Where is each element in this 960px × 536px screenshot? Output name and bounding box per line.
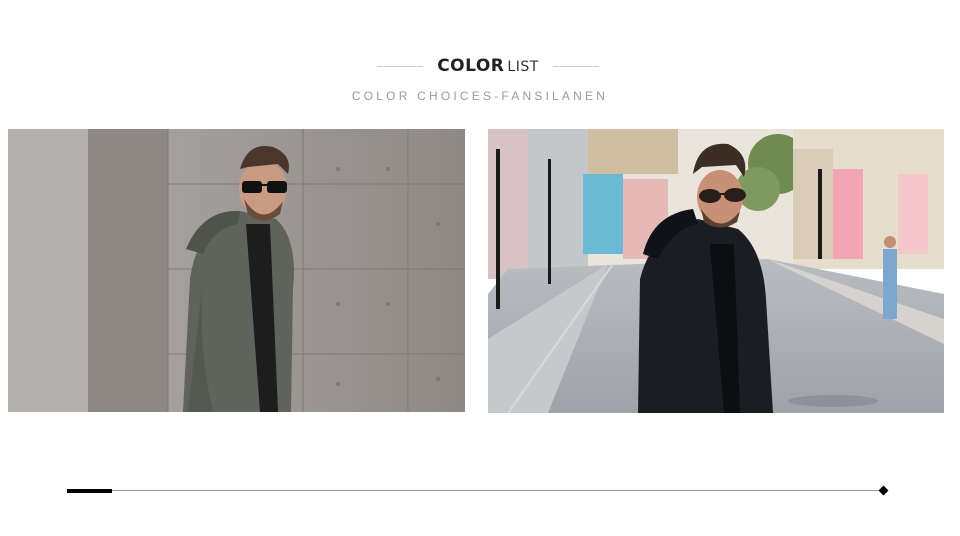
photo-gray-image bbox=[8, 129, 465, 412]
title-light: LIST bbox=[507, 59, 539, 75]
title-divider-right bbox=[553, 66, 599, 67]
title-divider-left bbox=[377, 66, 423, 67]
progress-thumb[interactable] bbox=[67, 489, 112, 493]
title-text: COLOR LIST bbox=[423, 56, 553, 76]
scroll-progress-bar[interactable] bbox=[67, 485, 889, 496]
product-photo-gray bbox=[8, 129, 465, 412]
progress-track bbox=[67, 490, 883, 491]
subtitle: COLOR CHOICES-FANSILANEN bbox=[351, 89, 609, 103]
diamond-end-icon bbox=[878, 485, 889, 496]
title-bold: COLOR bbox=[437, 56, 505, 76]
photo-black-image bbox=[488, 129, 944, 413]
product-photo-black bbox=[488, 129, 944, 413]
section-title: COLOR LIST bbox=[0, 56, 960, 80]
